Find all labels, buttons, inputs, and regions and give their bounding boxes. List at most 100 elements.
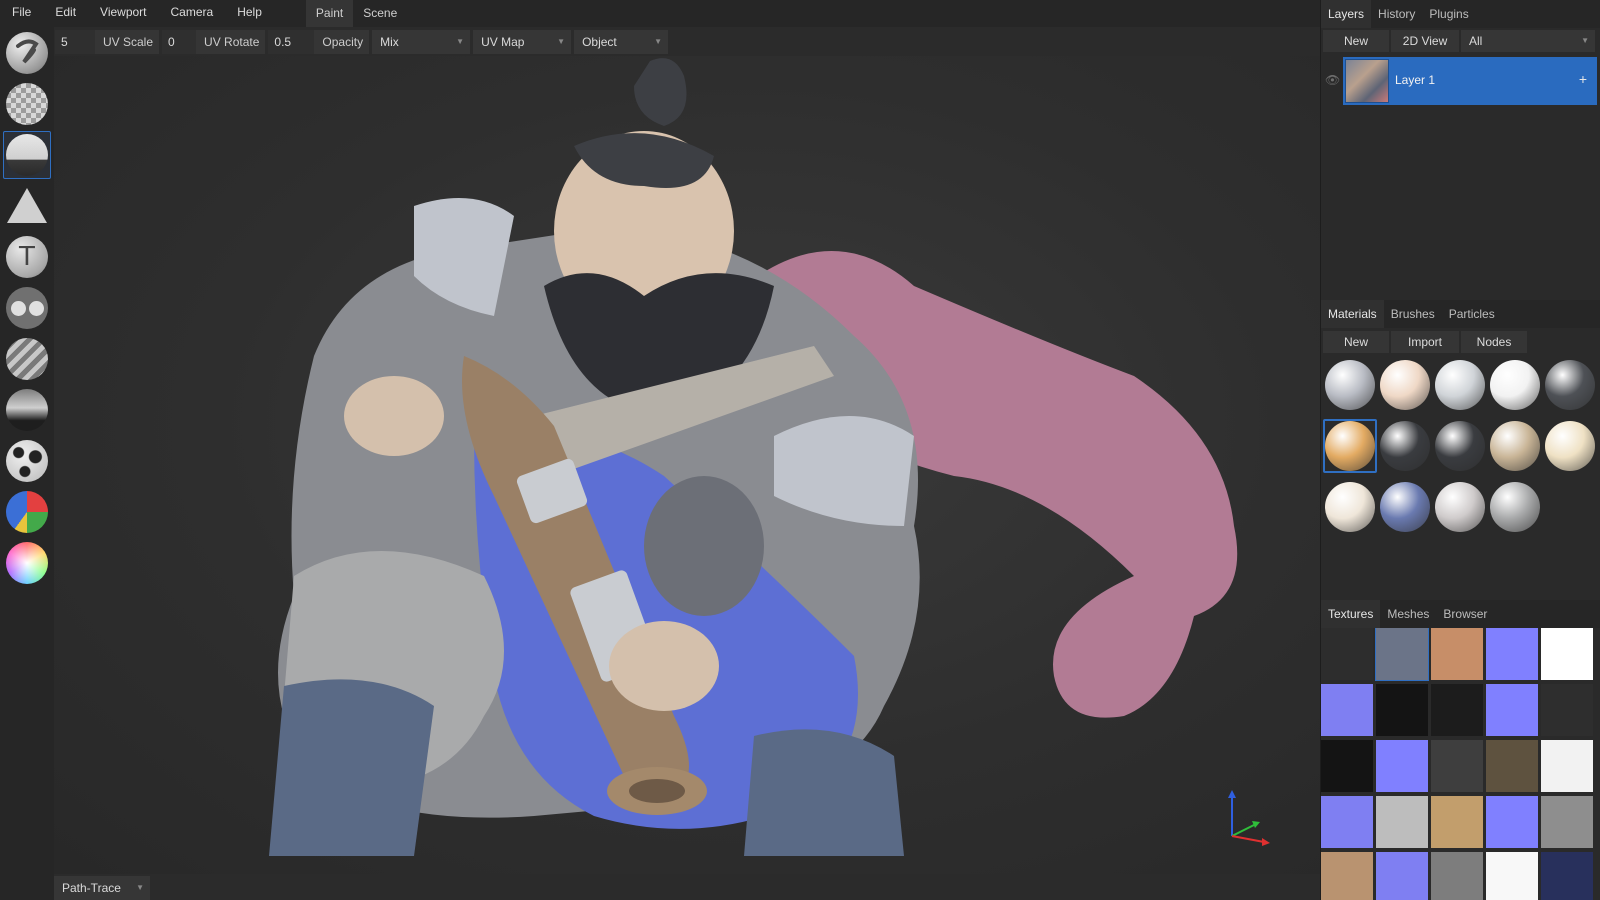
status-bar: Path-Trace ▼ — [54, 874, 1320, 900]
texture-swatch[interactable] — [1486, 628, 1538, 680]
material-swatch[interactable] — [1435, 421, 1485, 471]
decal-tool[interactable] — [3, 182, 51, 230]
2d-view-button[interactable]: 2D View — [1391, 30, 1459, 52]
tab-materials[interactable]: Materials — [1321, 300, 1384, 328]
layers-tabs: Layers History Plugins — [1321, 0, 1600, 28]
texture-swatch[interactable] — [1321, 852, 1373, 900]
texture-swatch[interactable] — [1375, 628, 1429, 681]
new-material-button[interactable]: New — [1323, 331, 1389, 353]
material-grid — [1321, 358, 1600, 548]
chevron-down-icon: ▼ — [456, 37, 465, 46]
menu-edit[interactable]: Edit — [43, 0, 88, 27]
texture-swatch[interactable] — [1321, 684, 1373, 736]
spots-icon — [6, 440, 48, 482]
render-mode-dropdown[interactable]: Path-Trace ▼ — [54, 876, 150, 900]
texture-swatch[interactable] — [1321, 740, 1373, 792]
texture-swatch[interactable] — [1486, 796, 1538, 848]
workspace-tabs: Paint Scene — [305, 0, 407, 27]
material-swatch[interactable] — [1325, 421, 1375, 471]
tab-plugins[interactable]: Plugins — [1422, 0, 1475, 28]
material-swatch[interactable] — [1380, 482, 1430, 532]
chevron-down-icon: ▼ — [557, 37, 566, 46]
nodes-button[interactable]: Nodes — [1461, 331, 1527, 353]
material-swatch[interactable] — [1325, 360, 1375, 410]
plus-icon[interactable]: + — [1579, 71, 1587, 87]
layer-filter-dropdown[interactable]: All ▼ — [1461, 30, 1595, 52]
material-swatch[interactable] — [1435, 360, 1485, 410]
material-swatch[interactable] — [1380, 421, 1430, 471]
colorid-icon — [6, 491, 48, 533]
new-layer-button[interactable]: New — [1323, 30, 1389, 52]
opacity-value[interactable]: 0.5 — [268, 30, 315, 54]
texture-swatch[interactable] — [1486, 852, 1538, 900]
space-dropdown[interactable]: Object ▼ — [574, 30, 669, 54]
texture-swatch[interactable] — [1431, 740, 1483, 792]
eye-icon[interactable]: 👁 — [1325, 73, 1340, 87]
menu-file[interactable]: File — [0, 0, 43, 27]
material-swatch[interactable] — [1380, 360, 1430, 410]
tab-history[interactable]: History — [1371, 0, 1422, 28]
texture-swatch[interactable] — [1376, 684, 1428, 736]
smudge-tool[interactable] — [3, 386, 51, 434]
material-swatch[interactable] — [1490, 421, 1540, 471]
texture-swatch[interactable] — [1541, 796, 1593, 848]
right-panel: Layers History Plugins New 2D View All ▼ … — [1320, 0, 1600, 900]
material-swatch[interactable] — [1545, 421, 1595, 471]
texture-swatch[interactable] — [1486, 740, 1538, 792]
texture-swatch[interactable] — [1486, 684, 1538, 736]
brush-tool[interactable] — [3, 29, 51, 77]
texture-swatch[interactable] — [1431, 684, 1483, 736]
import-material-button[interactable]: Import — [1391, 331, 1459, 353]
layer-name: Layer 1 — [1395, 73, 1436, 87]
layer-row[interactable]: 👁 Layer 1 + — [1321, 57, 1600, 105]
texture-swatch[interactable] — [1376, 740, 1428, 792]
uv-scale-value[interactable]: 5 — [55, 30, 95, 54]
material-swatch[interactable] — [1545, 360, 1595, 410]
text-tool[interactable]: T — [3, 233, 51, 281]
texture-swatch[interactable] — [1431, 796, 1483, 848]
uv-rotate-value[interactable]: 0 — [162, 30, 197, 54]
tab-brushes[interactable]: Brushes — [1384, 300, 1442, 328]
menu-camera[interactable]: Camera — [159, 0, 226, 27]
material-swatch[interactable] — [1490, 360, 1540, 410]
texture-swatch[interactable] — [1431, 628, 1483, 680]
tab-textures[interactable]: Textures — [1321, 600, 1381, 628]
material-swatch[interactable] — [1435, 482, 1485, 532]
texture-swatch[interactable] — [1321, 796, 1373, 848]
tab-scene[interactable]: Scene — [353, 0, 407, 27]
tab-meshes[interactable]: Meshes — [1380, 600, 1436, 628]
texture-swatch[interactable] — [1376, 852, 1428, 900]
material-swatch[interactable] — [1325, 482, 1375, 532]
tab-layers[interactable]: Layers — [1321, 0, 1372, 28]
blend-mode-dropdown[interactable]: Mix ▼ — [372, 30, 471, 54]
texture-swatch[interactable] — [1541, 740, 1593, 792]
chevron-down-icon: ▼ — [654, 37, 663, 46]
texture-swatch[interactable] — [1321, 628, 1373, 680]
texture-swatch[interactable] — [1376, 796, 1428, 848]
clone-tool[interactable] — [3, 284, 51, 332]
tab-particles[interactable]: Particles — [1442, 300, 1502, 328]
eraser-tool[interactable] — [3, 80, 51, 128]
uv-map-dropdown[interactable]: UV Map ▼ — [473, 30, 572, 54]
texture-swatch[interactable] — [1541, 852, 1593, 900]
colorid-tool[interactable] — [3, 488, 51, 536]
blend-mode-value: Mix — [380, 35, 399, 49]
opacity-field[interactable]: 0.5 Opacity — [268, 30, 370, 54]
particle-tool[interactable] — [3, 437, 51, 485]
texture-swatch[interactable] — [1431, 852, 1483, 900]
fill-tool[interactable] — [3, 131, 51, 179]
uv-scale-field[interactable]: 5 UV Scale — [55, 30, 160, 54]
picker-tool[interactable] — [3, 539, 51, 587]
3d-viewport[interactable] — [54, 56, 1320, 874]
menu-viewport[interactable]: Viewport — [88, 0, 158, 27]
tab-paint[interactable]: Paint — [305, 0, 354, 27]
texture-swatch[interactable] — [1541, 628, 1593, 680]
text-icon: T — [6, 236, 48, 278]
texture-swatch[interactable] — [1541, 684, 1593, 736]
uv-rotate-field[interactable]: 0 UV Rotate — [162, 30, 266, 54]
menu-help[interactable]: Help — [225, 0, 274, 27]
chevron-down-icon: ▼ — [136, 883, 144, 892]
tab-browser[interactable]: Browser — [1436, 600, 1494, 628]
material-swatch[interactable] — [1490, 482, 1540, 532]
blur-tool[interactable] — [3, 335, 51, 383]
